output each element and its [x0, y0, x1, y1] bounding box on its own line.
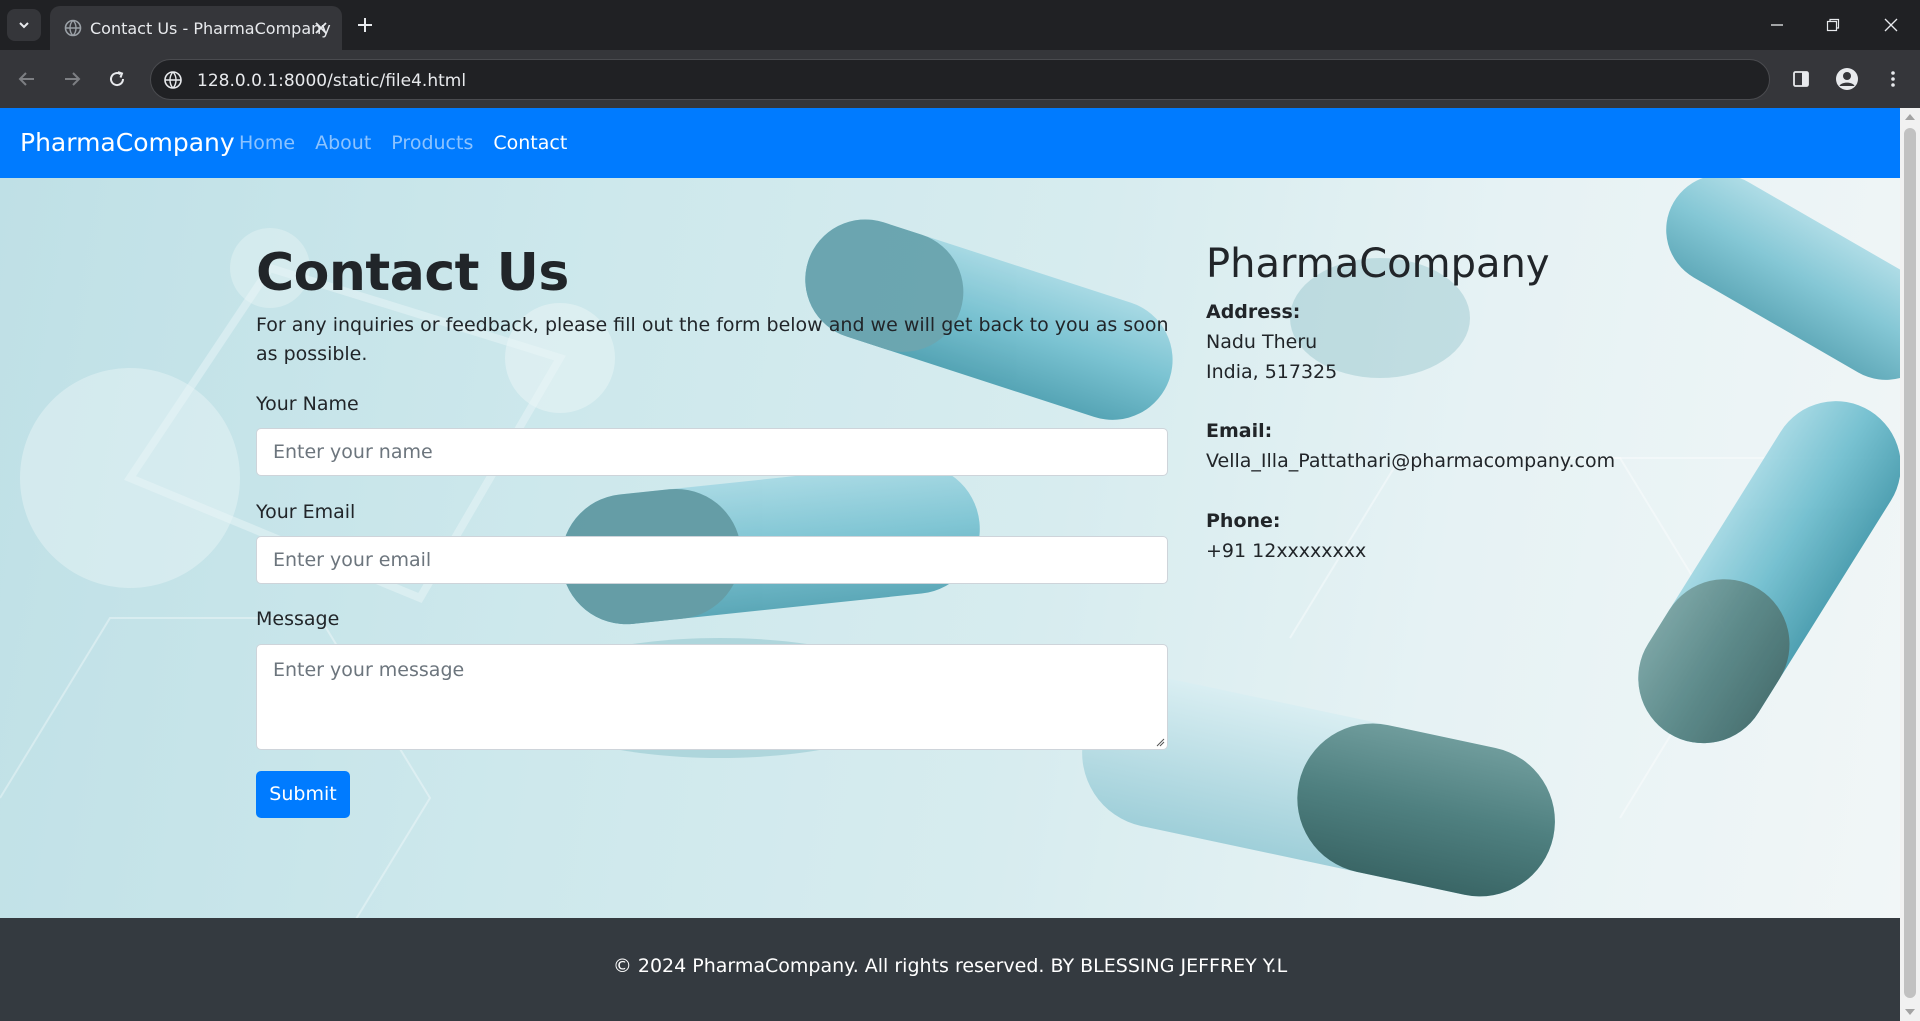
name-label: Your Name — [256, 393, 359, 415]
reload-icon — [110, 71, 125, 87]
site-info-icon[interactable] — [163, 70, 183, 90]
email-info-value: Vella_Illa_Pattathari@pharmacompany.com — [1206, 450, 1616, 472]
tab-title: Contact Us - PharmaCompany — [90, 19, 331, 38]
scroll-down-arrow-icon[interactable] — [1905, 1009, 1915, 1015]
address-line-2: India, 517325 — [1206, 361, 1338, 383]
address-label: Address: — [1206, 301, 1301, 323]
close-icon — [1884, 18, 1898, 32]
intro-text: For any inquiries or feedback, please fi… — [256, 314, 1169, 365]
browser-tab-active[interactable]: Contact Us - PharmaCompany — [50, 6, 342, 50]
reload-button[interactable] — [100, 62, 134, 96]
profile-button[interactable] — [1830, 62, 1864, 96]
restore-icon — [1826, 18, 1840, 32]
tab-close-button[interactable] — [310, 17, 332, 39]
arrow-left-icon — [18, 72, 34, 86]
phone-label: Phone: — [1206, 510, 1281, 532]
side-panel-button[interactable] — [1784, 62, 1818, 96]
company-title: PharmaCompany — [1206, 241, 1550, 287]
address-bar[interactable]: 128.0.0.1:8000/static/file4.html — [150, 59, 1770, 100]
footer-text: © 2024 PharmaCompany. All rights reserve… — [612, 955, 1288, 977]
page-viewport: PharmaCompany Home About Products Contac… — [0, 108, 1900, 1021]
restore-button[interactable] — [1808, 0, 1858, 50]
url-text: 128.0.0.1:8000/static/file4.html — [197, 71, 467, 91]
close-icon — [315, 22, 327, 34]
arrow-right-icon — [65, 72, 81, 86]
new-tab-button[interactable] — [352, 12, 378, 38]
side-panel-icon — [1793, 71, 1809, 87]
email-label: Your Email — [256, 501, 356, 523]
name-input[interactable]: Enter your name — [256, 428, 1168, 476]
forward-button[interactable] — [55, 62, 89, 96]
message-textarea[interactable]: Enter your message — [256, 644, 1168, 750]
tab-search-button[interactable] — [7, 9, 41, 41]
page-scrollbar[interactable] — [1900, 108, 1920, 1021]
address-line-1: Nadu Theru — [1206, 331, 1318, 353]
scroll-up-arrow-icon[interactable] — [1905, 114, 1915, 120]
back-button[interactable] — [10, 62, 44, 96]
minimize-icon — [1771, 24, 1783, 26]
resize-grip-icon[interactable] — [1155, 737, 1165, 747]
close-window-button[interactable] — [1866, 0, 1916, 50]
site-footer: © 2024 PharmaCompany. All rights reserve… — [0, 918, 1900, 1021]
phone-value: +91 12xxxxxxxx — [1206, 540, 1367, 562]
chevron-down-icon — [19, 22, 29, 29]
submit-button[interactable]: Submit — [256, 771, 350, 818]
page-title: Contact Us — [256, 243, 569, 303]
plus-icon — [358, 18, 372, 32]
profile-icon — [1836, 68, 1858, 90]
more-vert-icon — [1891, 71, 1895, 87]
email-input[interactable]: Enter your email — [256, 536, 1168, 584]
message-placeholder: Enter your message — [273, 659, 465, 681]
email-info-label: Email: — [1206, 420, 1273, 442]
globe-icon — [64, 19, 82, 37]
page-content: Contact Us For any inquiries or feedback… — [0, 108, 1900, 1021]
message-label: Message — [256, 608, 340, 630]
menu-button[interactable] — [1876, 62, 1910, 96]
browser-tabstrip: Contact Us - PharmaCompany — [0, 0, 1920, 50]
browser-toolbar: 128.0.0.1:8000/static/file4.html — [0, 50, 1920, 108]
minimize-button[interactable] — [1752, 0, 1802, 50]
scrollbar-thumb[interactable] — [1904, 128, 1916, 998]
